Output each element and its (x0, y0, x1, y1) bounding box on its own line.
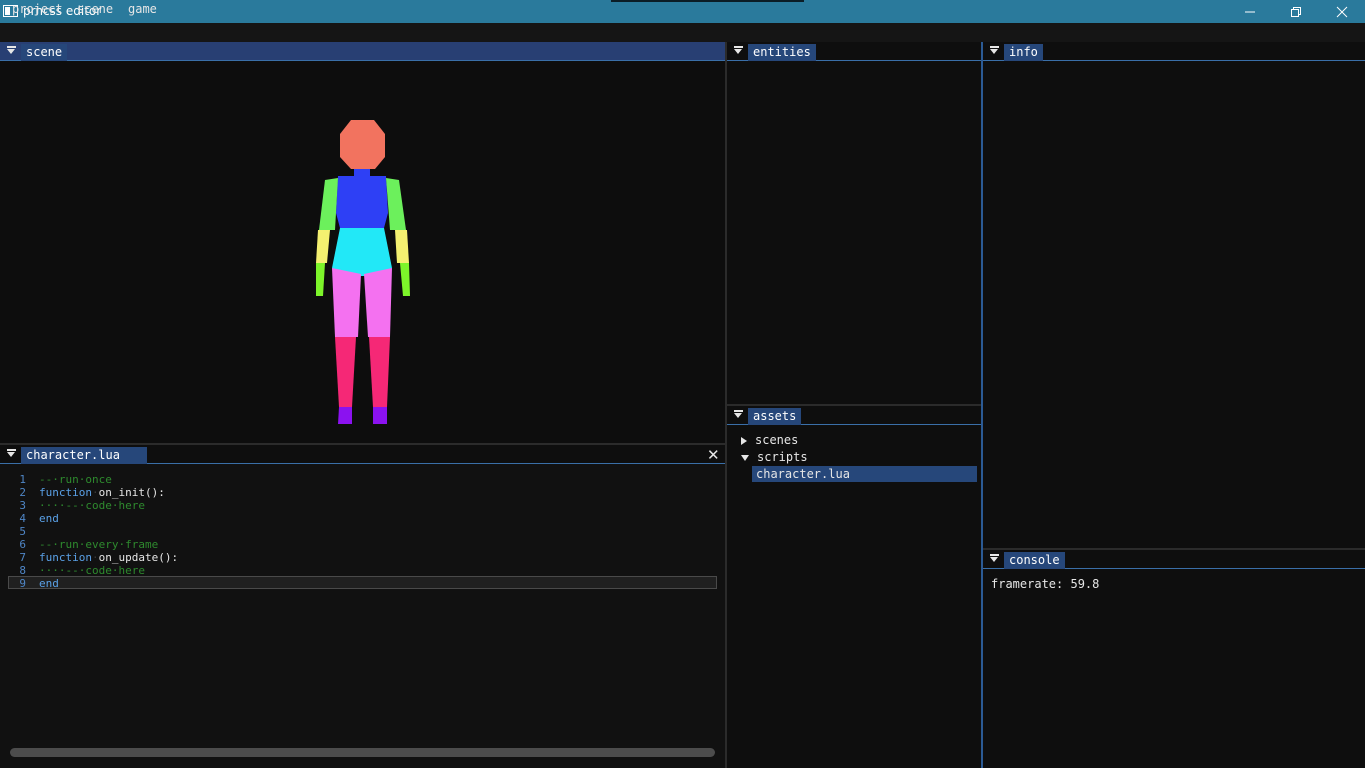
tree-item-scenes[interactable]: scenes (741, 432, 798, 448)
entities-panel-header: entities (727, 42, 981, 61)
restore-button[interactable] (1273, 0, 1319, 23)
tree-item-character-lua[interactable]: character.lua (756, 466, 850, 482)
console-panel-header: console (983, 550, 1365, 569)
expand-arrow-icon (741, 436, 747, 445)
tree-item-label: scripts (757, 450, 808, 464)
tab-scene[interactable]: scene (21, 44, 68, 61)
title-bar (0, 0, 1365, 23)
model-left-thigh (332, 268, 361, 337)
horizontal-scrollbar[interactable] (10, 748, 715, 757)
menu-project[interactable]: project (12, 2, 63, 16)
current-line-highlight (8, 576, 717, 589)
scene-panel-header: scene (0, 42, 725, 61)
title-drag-indicator (611, 0, 804, 2)
assets-panel-header: assets (727, 406, 981, 425)
model-left-forearm (316, 230, 330, 263)
close-window-button[interactable] (1319, 0, 1365, 23)
code-text: ····--·code·here (39, 564, 145, 577)
code-keyword: function (39, 551, 92, 564)
tree-item-label: scenes (755, 433, 799, 447)
menu-bar (0, 23, 1365, 42)
model-left-foot (338, 407, 352, 424)
model-head (340, 120, 385, 169)
model-right-forearm (395, 230, 409, 263)
collapse-arrow-icon[interactable] (989, 45, 1000, 56)
splitter[interactable] (981, 42, 983, 768)
info-panel-header: info (983, 42, 1365, 61)
model-right-hand (400, 263, 410, 296)
collapse-arrow-icon[interactable] (6, 45, 17, 56)
scene-viewport[interactable] (0, 61, 725, 443)
line-number: 2 (19, 486, 26, 499)
editor-panel-header: character.lua (0, 445, 725, 464)
model-hips (332, 228, 392, 276)
line-number: 9 (19, 577, 26, 590)
collapse-arrow-icon (741, 454, 749, 461)
model-left-upper-arm (319, 178, 338, 230)
line-number: 5 (19, 525, 26, 538)
minimize-button[interactable] (1227, 0, 1273, 23)
model-left-hand (316, 263, 325, 296)
model-neck (354, 169, 370, 176)
line-number: 4 (19, 512, 26, 525)
close-tab-icon[interactable]: ✕ (707, 446, 720, 464)
model-right-thigh (364, 268, 392, 337)
line-number: 6 (19, 538, 26, 551)
model-right-shin (369, 337, 390, 407)
console-output-line: framerate: 59.8 (991, 577, 1100, 591)
code-text: --·run·every·frame (39, 538, 159, 551)
code-keyword: end (39, 512, 59, 525)
menu-game[interactable]: game (128, 2, 157, 16)
code-keyword: function (39, 486, 92, 499)
tree-item-scripts[interactable]: scripts (741, 449, 808, 465)
tree-item-label: character.lua (756, 467, 850, 481)
model-right-upper-arm (386, 178, 406, 230)
tab-entities[interactable]: entities (748, 44, 816, 61)
tab-info[interactable]: info (1004, 44, 1043, 61)
tab-console[interactable]: console (1004, 552, 1065, 569)
model-right-foot (373, 407, 387, 424)
model-left-shin (335, 337, 356, 407)
code-text: on_update(): (98, 551, 179, 564)
line-number: 7 (19, 551, 26, 564)
minimize-icon (1245, 11, 1255, 12)
line-number: 3 (19, 499, 26, 512)
model-torso (336, 176, 388, 228)
close-icon (1336, 6, 1348, 17)
menu-scene[interactable]: scene (77, 2, 113, 16)
tab-assets[interactable]: assets (748, 408, 802, 425)
tab-character-lua[interactable]: character.lua (21, 447, 147, 464)
collapse-arrow-icon[interactable] (6, 448, 17, 459)
code-text: on_init(): (98, 486, 165, 499)
character-model (316, 120, 410, 424)
code-keyword: end (39, 577, 59, 590)
collapse-arrow-icon[interactable] (733, 45, 744, 56)
restore-icon (1291, 6, 1301, 17)
line-number: 8 (19, 564, 26, 577)
collapse-arrow-icon[interactable] (733, 409, 744, 420)
code-text: --·run·once (39, 473, 112, 486)
code-text: ····--·code·here (39, 499, 145, 512)
line-number: 1 (19, 473, 26, 486)
collapse-arrow-icon[interactable] (989, 553, 1000, 564)
